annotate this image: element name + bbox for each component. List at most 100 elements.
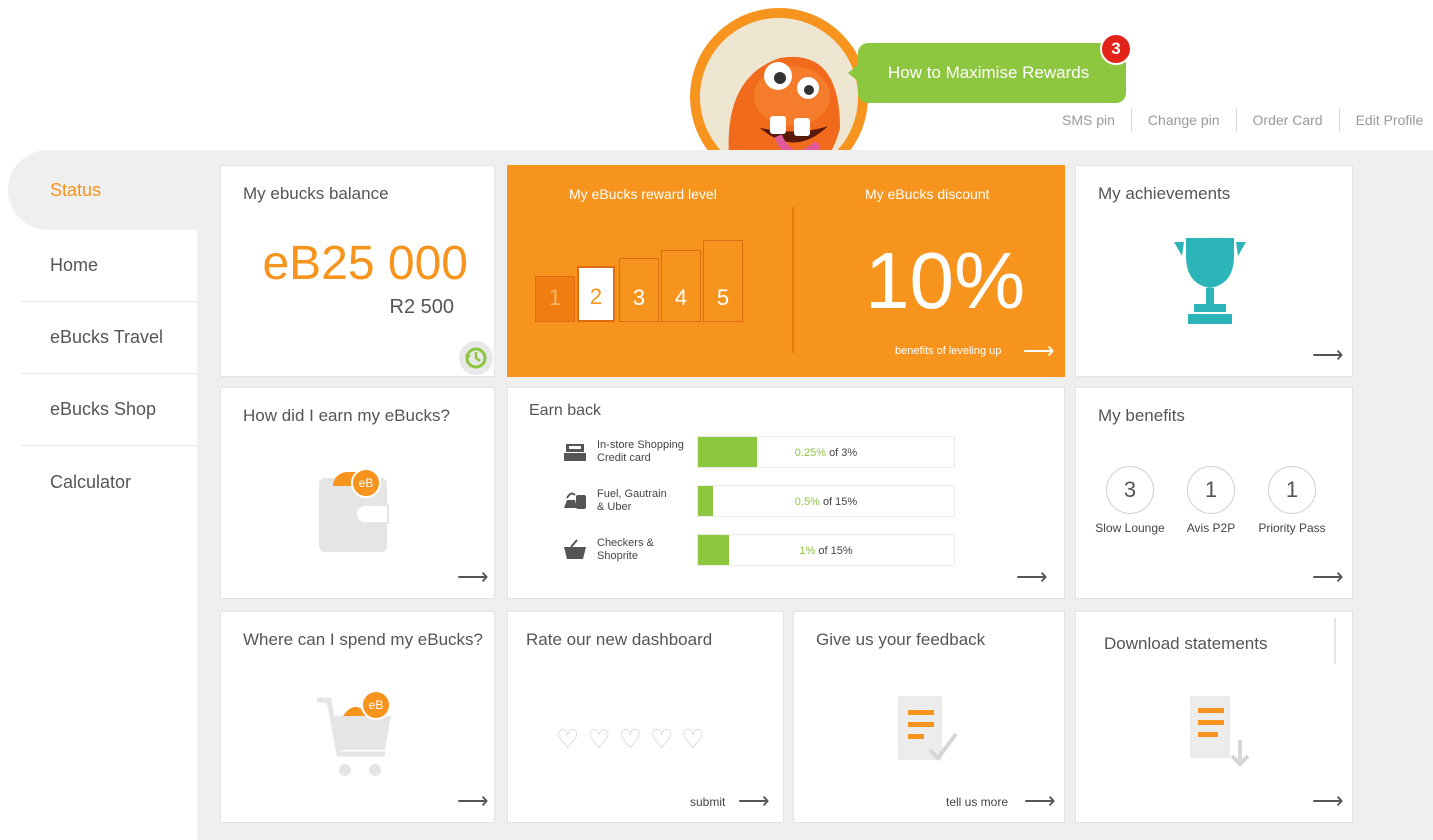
earn-title: How did I earn my eBucks? <box>243 406 450 425</box>
level-label: 3 <box>632 285 646 310</box>
basket-icon <box>564 539 586 559</box>
sidebar: Status Home eBucks Travel eBucks Shop Ca… <box>0 150 197 518</box>
benefits-title: My benefits <box>1098 406 1185 425</box>
heart-icon[interactable]: ♡ <box>619 724 642 755</box>
earn-back-label: Fuel, Gautrain & Uber <box>597 488 667 513</box>
refresh-icon[interactable] <box>459 341 493 375</box>
top-links: SMS pin Change pin Order Card Edit Profi… <box>1046 108 1433 132</box>
sidebar-item-calculator[interactable]: Calculator <box>20 446 197 518</box>
level-1: 1 <box>535 276 575 322</box>
reward-level-title: My eBucks reward level <box>569 186 717 202</box>
submit-button[interactable]: submit <box>690 795 725 809</box>
divider <box>792 207 794 353</box>
arrow-right-icon[interactable]: ⟶ <box>1023 338 1055 364</box>
heart-icon[interactable]: ♡ <box>681 724 704 755</box>
balance-amount: eB25 000 <box>262 237 468 290</box>
rate-title: Rate our new dashboard <box>526 630 713 649</box>
earn-back-row: Fuel, Gautrain & Uber 0.5% of 15% <box>563 483 955 519</box>
arrow-right-icon[interactable]: ⟶ <box>457 564 489 590</box>
reward-levels: 1 2 3 4 5 <box>535 240 745 322</box>
benefit-label: Slow Lounge <box>1095 521 1165 535</box>
feedback-title: Give us your feedback <box>816 630 986 649</box>
earn-back-title: Earn back <box>529 402 602 419</box>
level-5: 5 <box>703 240 743 322</box>
arrow-right-icon[interactable]: ⟶ <box>1312 564 1344 590</box>
sidebar-item-ebucks-travel[interactable]: eBucks Travel <box>20 302 197 374</box>
statements-card[interactable]: Download statements ⟶ <box>1075 611 1353 823</box>
earn-back-row: In-store Shopping Credit card 0.25% of 3% <box>563 434 955 470</box>
heart-icon[interactable]: ♡ <box>556 724 579 755</box>
arrow-right-icon[interactable]: ⟶ <box>1312 342 1344 368</box>
balance-title: My ebucks balance <box>243 184 389 203</box>
reward-panel: My eBucks reward level 1 2 3 4 5 My eBuc… <box>507 165 1065 377</box>
benefits-card[interactable]: My benefits 3 Slow Lounge 1 Avis P2P 1 P… <box>1075 387 1353 599</box>
till-icon <box>564 444 586 461</box>
maximise-rewards-bubble[interactable]: How to Maximise Rewards <box>848 43 1126 103</box>
edit-profile-link[interactable]: Edit Profile <box>1340 108 1433 132</box>
discount-title: My eBucks discount <box>865 186 990 202</box>
arrow-right-icon[interactable]: ⟶ <box>457 788 489 814</box>
sidebar-item-ebucks-shop[interactable]: eBucks Shop <box>20 374 197 446</box>
arrow-right-icon[interactable]: ⟶ <box>1312 788 1344 814</box>
discount-value: 10% <box>865 236 1026 325</box>
benefit-label: Priority Pass <box>1258 521 1326 535</box>
sms-pin-link[interactable]: SMS pin <box>1046 108 1132 132</box>
achievements-title: My achievements <box>1098 184 1231 203</box>
earn-card[interactable]: How did I earn my eBucks? eB ⟶ <box>220 387 495 599</box>
level-label: 1 <box>548 285 562 310</box>
arrow-right-icon[interactable]: ⟶ <box>738 788 770 814</box>
earn-back-bar: 0.25% of 3% <box>697 436 955 468</box>
rate-card: Rate our new dashboard ♡ ♡ ♡ ♡ ♡ submit … <box>507 611 784 823</box>
achievements-card[interactable]: My achievements ⟶ <box>1075 165 1353 377</box>
sidebar-item-label: eBucks Travel <box>50 327 164 347</box>
ebucks-coin-icon: eB <box>351 468 381 498</box>
balance-rand: R2 500 <box>389 296 455 318</box>
trophy-icon <box>1174 238 1246 324</box>
balance-card[interactable]: My ebucks balance eB25 000 R2 500 <box>220 165 495 377</box>
divider <box>1334 618 1336 664</box>
heart-icon[interactable]: ♡ <box>587 724 610 755</box>
fuel-train-icon <box>564 492 586 509</box>
notification-badge: 3 <box>1100 33 1132 65</box>
statements-title: Download statements <box>1104 634 1268 653</box>
order-card-link[interactable]: Order Card <box>1237 108 1340 132</box>
benefit-count: 1 <box>1268 466 1316 514</box>
level-4: 4 <box>661 250 701 322</box>
sidebar-item-label: Calculator <box>50 471 132 492</box>
earn-back-value: 0.25% of 3% <box>794 447 858 459</box>
benefit-label: Avis P2P <box>1186 521 1236 535</box>
earn-back-value: 1% of 15% <box>799 545 853 557</box>
ebucks-coin-icon: eB <box>361 690 391 720</box>
feedback-form-icon <box>898 696 958 762</box>
level-label: 4 <box>674 285 688 310</box>
sidebar-item-home[interactable]: Home <box>20 230 197 302</box>
level-label: 5 <box>716 285 730 310</box>
benefit-count: 3 <box>1106 466 1154 514</box>
spend-card[interactable]: Where can I spend my eBucks? eB ⟶ <box>220 611 495 823</box>
sidebar-item-label: eBucks Shop <box>50 399 157 419</box>
arrow-right-icon[interactable]: ⟶ <box>1024 788 1056 814</box>
download-statement-icon <box>1190 696 1250 767</box>
level-2-current: 2 <box>577 266 615 322</box>
earn-back-bar: 0.5% of 15% <box>697 485 955 517</box>
dashboard-area: My ebucks balance eB25 000 R2 500 My eBu… <box>197 150 1433 840</box>
sidebar-item-label: Status <box>50 179 102 200</box>
tell-us-more-link[interactable]: tell us more <box>946 795 1008 809</box>
feedback-card: Give us your feedback tell us more ⟶ <box>793 611 1065 823</box>
level-3: 3 <box>619 258 659 322</box>
arrow-right-icon[interactable]: ⟶ <box>1016 564 1048 590</box>
benefits-link[interactable]: benefits of leveling up <box>895 345 1001 357</box>
earn-back-value: 0.5% of 15% <box>794 496 858 508</box>
level-label: 2 <box>589 284 603 309</box>
earn-back-bar: 1% of 15% <box>697 534 955 566</box>
earn-back-label: Checkers & Shoprite <box>597 537 654 562</box>
heart-icon[interactable]: ♡ <box>650 724 673 755</box>
earn-back-row: Checkers & Shoprite 1% of 15% <box>563 532 955 568</box>
sidebar-item-status[interactable]: Status <box>8 150 197 230</box>
rating-hearts: ♡ ♡ ♡ ♡ ♡ <box>556 724 705 755</box>
change-pin-link[interactable]: Change pin <box>1132 108 1237 132</box>
earn-back-card: Earn back In-store Shopping Credit card 0… <box>507 387 1065 599</box>
earn-back-label: In-store Shopping Credit card <box>597 439 684 464</box>
benefit-count: 1 <box>1187 466 1235 514</box>
spend-title: Where can I spend my eBucks? <box>243 630 484 649</box>
